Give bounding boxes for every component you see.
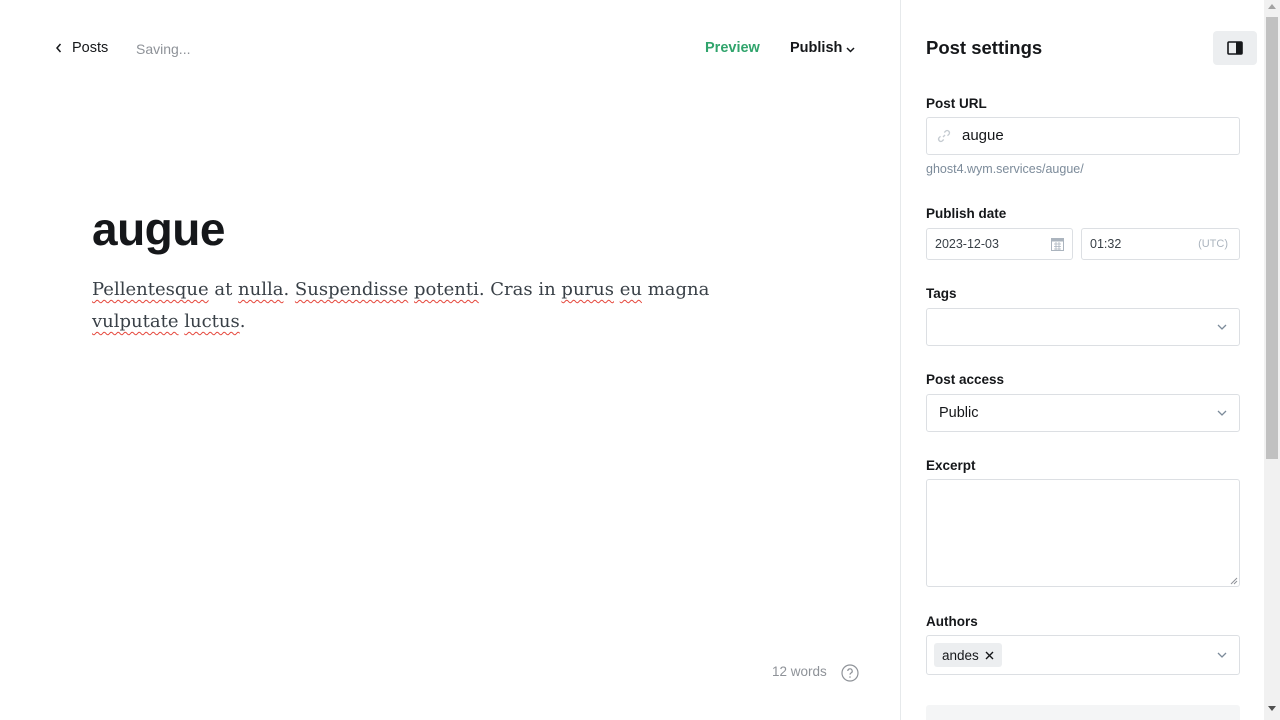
panel-title: Post settings xyxy=(926,37,1043,58)
remove-author-icon[interactable] xyxy=(985,651,994,660)
scroll-down-arrow-icon[interactable] xyxy=(1268,706,1276,711)
excerpt-label: Excerpt xyxy=(926,458,976,473)
body-text: . xyxy=(239,311,246,332)
post-settings-panel: Post settings Post URL augue ghost4.wym.… xyxy=(900,0,1264,720)
chevron-left-icon xyxy=(56,43,62,53)
misspelled-word: Suspendisse xyxy=(294,279,409,300)
body-text: at xyxy=(208,279,239,300)
misspelled-word: nulla xyxy=(238,279,284,300)
chevron-down-icon xyxy=(846,46,855,53)
publish-date-input[interactable]: 2023-12-03 xyxy=(926,228,1073,260)
sidebar-toggle-icon xyxy=(1227,41,1243,55)
back-to-posts-link[interactable]: Posts xyxy=(55,40,108,56)
post-url-input[interactable]: augue xyxy=(926,117,1240,155)
misspelled-word: luctus xyxy=(184,311,240,332)
body-text: magna xyxy=(641,279,710,300)
authors-select[interactable]: andes xyxy=(926,635,1240,675)
publish-label: Publish xyxy=(790,40,843,56)
word-count: 12 words xyxy=(772,664,827,679)
author-token[interactable]: andes xyxy=(934,643,1002,667)
resize-handle-icon[interactable] xyxy=(1230,577,1238,585)
date-value: 2023-12-03 xyxy=(935,237,999,251)
time-value: 01:32 xyxy=(1090,237,1122,251)
body-text: . Cras in xyxy=(478,279,562,300)
misspelled-word: eu xyxy=(619,279,642,300)
help-icon[interactable] xyxy=(841,664,859,682)
post-url-label: Post URL xyxy=(926,96,987,111)
chevron-down-icon xyxy=(1217,652,1227,658)
panel-scrollbar[interactable] xyxy=(1264,0,1280,720)
post-url-value: augue xyxy=(962,127,1004,144)
post-access-label: Post access xyxy=(926,372,1005,387)
publish-menu-button[interactable]: Publish xyxy=(790,40,855,56)
link-icon xyxy=(937,129,951,143)
authors-label: Authors xyxy=(926,614,978,629)
back-link-label: Posts xyxy=(72,40,109,56)
scroll-up-arrow-icon[interactable] xyxy=(1268,4,1276,9)
misspelled-word: Pellentesque xyxy=(92,279,209,300)
misspelled-word: purus xyxy=(561,279,614,300)
scrollbar-thumb[interactable] xyxy=(1266,17,1278,459)
post-url-preview: ghost4.wym.services/augue/ xyxy=(926,162,1084,176)
body-text: . xyxy=(283,279,295,300)
post-access-value: Public xyxy=(939,405,979,421)
save-status: Saving... xyxy=(136,41,191,57)
post-title[interactable]: augue xyxy=(92,198,225,260)
calendar-icon[interactable] xyxy=(1051,237,1064,251)
post-access-select[interactable]: Public xyxy=(926,394,1240,432)
publish-time-input[interactable]: 01:32 (UTC) xyxy=(1081,228,1240,260)
chevron-down-icon xyxy=(1217,410,1227,416)
misspelled-word: vulputate xyxy=(92,311,179,332)
next-settings-section[interactable] xyxy=(926,705,1240,720)
publish-date-label: Publish date xyxy=(926,206,1007,221)
editor-area: Posts Saving... Preview Publish augue Pe… xyxy=(0,0,900,720)
timezone-label: (UTC) xyxy=(1198,238,1228,250)
excerpt-textarea[interactable] xyxy=(926,479,1240,587)
misspelled-word: potenti xyxy=(414,279,479,300)
tags-select[interactable] xyxy=(926,308,1240,346)
toggle-settings-button[interactable] xyxy=(1213,31,1257,65)
preview-button[interactable]: Preview xyxy=(705,40,760,56)
author-name: andes xyxy=(942,647,979,663)
tags-label: Tags xyxy=(926,286,957,301)
post-body[interactable]: Pellentesque at nulla. Suspendisse poten… xyxy=(92,274,792,338)
editor-topbar: Posts Saving... Preview Publish xyxy=(0,0,900,98)
chevron-down-icon xyxy=(1217,324,1227,330)
